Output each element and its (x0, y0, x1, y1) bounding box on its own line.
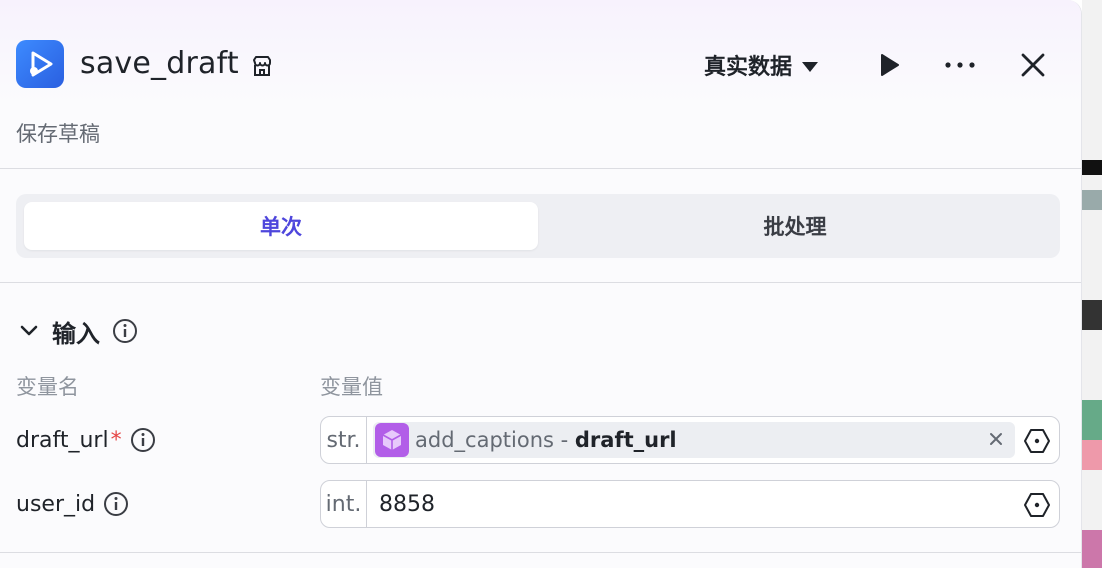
run-mode-tabs: 单次 批处理 (16, 194, 1060, 258)
info-icon[interactable] (112, 318, 138, 344)
background-window-edge (1082, 0, 1102, 568)
chevron-down-icon (802, 61, 819, 72)
reference-text: add_captions - draft_url (415, 428, 677, 452)
column-header-name: 变量名 (16, 375, 79, 399)
close-icon[interactable] (1018, 50, 1048, 80)
data-mode-label: 真实数据 (704, 55, 793, 80)
tab-single[interactable]: 单次 (24, 202, 538, 250)
panel-header: save_draft 真实数据 (16, 40, 1065, 90)
node-description: 保存草稿 (16, 122, 100, 146)
variable-name: draft_url (16, 427, 109, 453)
data-mode-dropdown[interactable]: 真实数据 (704, 50, 819, 80)
input-section-header[interactable]: 输入 (18, 314, 138, 348)
clear-icon[interactable] (987, 430, 1005, 448)
type-tag: int. (321, 481, 367, 527)
variable-label: draft_url * (16, 425, 156, 455)
info-icon[interactable] (103, 491, 129, 517)
required-mark: * (110, 427, 122, 453)
variable-name: user_id (16, 491, 96, 517)
section-title: 输入 (52, 319, 100, 348)
node-type-icon (16, 40, 64, 88)
node-title: save_draft (80, 46, 239, 81)
chevron-down-icon[interactable] (18, 320, 40, 342)
more-options-icon[interactable] (942, 52, 978, 78)
variable-value-field[interactable]: str. add_captions - draft_url (320, 416, 1060, 464)
variable-value[interactable]: 8858 (379, 492, 435, 517)
variable-value-field[interactable]: int. 8858 (320, 480, 1060, 528)
variable-label: user_id (16, 489, 129, 519)
cube-icon (375, 423, 409, 457)
variable-reference-icon[interactable] (1023, 427, 1051, 455)
run-icon[interactable] (876, 52, 902, 78)
divider (0, 282, 1081, 283)
info-icon[interactable] (130, 427, 156, 453)
divider (0, 168, 1081, 169)
column-header-value: 变量值 (320, 375, 383, 399)
node-test-panel: save_draft 真实数据 保存草稿 单次 批处理 输入 变量名 变量值 d… (0, 0, 1082, 568)
variable-reference-icon[interactable] (1023, 491, 1051, 519)
type-tag: str. (321, 417, 367, 463)
divider (0, 552, 1081, 553)
plugin-store-icon[interactable] (250, 54, 274, 78)
reference-chip[interactable]: add_captions - draft_url (373, 422, 1015, 458)
tab-batch[interactable]: 批处理 (538, 202, 1052, 250)
